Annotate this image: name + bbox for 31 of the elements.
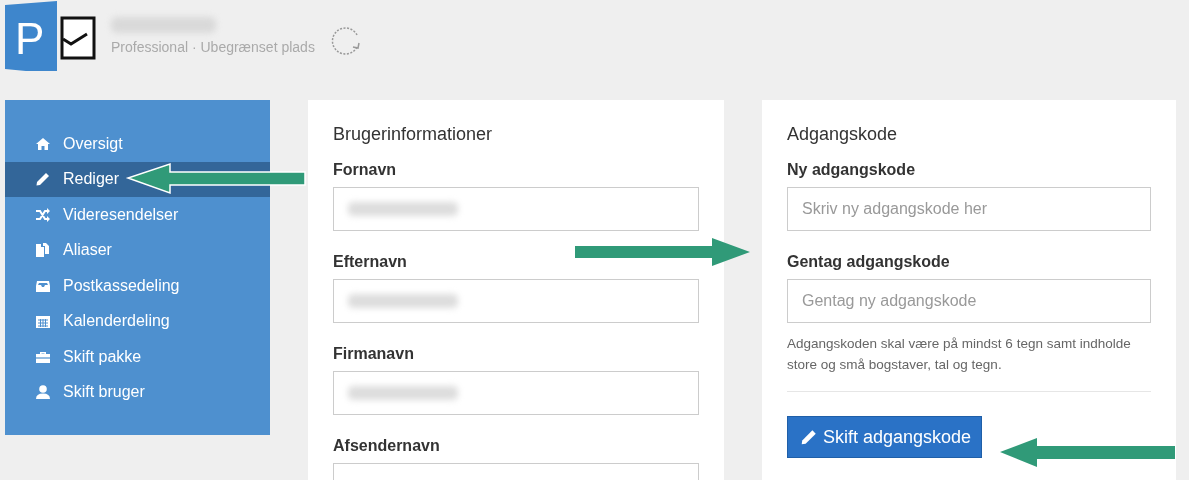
sidebar-item[interactable]: Skift bruger	[5, 374, 270, 410]
refresh-icon[interactable]	[330, 25, 363, 57]
sidebar-item[interactable]: Oversigt	[5, 126, 270, 162]
plan-text: Professional · Ubegrænset plads	[111, 39, 315, 55]
section-title: Brugerinformationer	[333, 124, 494, 145]
pencil-icon	[800, 428, 818, 446]
user-icon	[35, 384, 51, 401]
input-field[interactable]	[333, 187, 699, 231]
sidebar-item[interactable]: Aliaser	[5, 232, 270, 268]
shuffle-icon	[35, 206, 51, 223]
sidebar-item[interactable]: Postkassedeling	[5, 268, 270, 304]
field-label: Afsendernavn	[333, 437, 441, 455]
calendar-icon	[35, 313, 51, 330]
sidebar-item[interactable]: Videresendelser	[5, 197, 270, 233]
section-title: Adgangskode	[787, 124, 899, 145]
sidebar-item[interactable]: Skift pakke	[5, 339, 270, 375]
field-label: Ny adgangskode	[787, 161, 917, 179]
field-label: Gentag adgangskode	[787, 253, 951, 271]
change-password-button[interactable]: Skift adgangskode	[787, 416, 983, 458]
input-field[interactable]	[333, 371, 699, 415]
help-text: Adgangskoden skal være på mindst 6 tegn samt indholde store og små bogstaver, tal og tegn.	[787, 335, 1132, 374]
field-label: Efternavn	[333, 253, 408, 271]
home-icon	[35, 135, 51, 152]
input-field[interactable]	[333, 279, 699, 323]
sidebar-item[interactable]: Kalenderdeling	[5, 303, 270, 339]
field-label: Fornavn	[333, 161, 398, 179]
documents-icon	[35, 242, 51, 259]
field-label: Firmanavn	[333, 345, 415, 363]
pencil-icon	[35, 171, 51, 188]
password-field[interactable]: Skriv ny adgangskode her	[787, 187, 1151, 231]
password-field[interactable]: Gentag ny adgangskode	[787, 279, 1151, 323]
